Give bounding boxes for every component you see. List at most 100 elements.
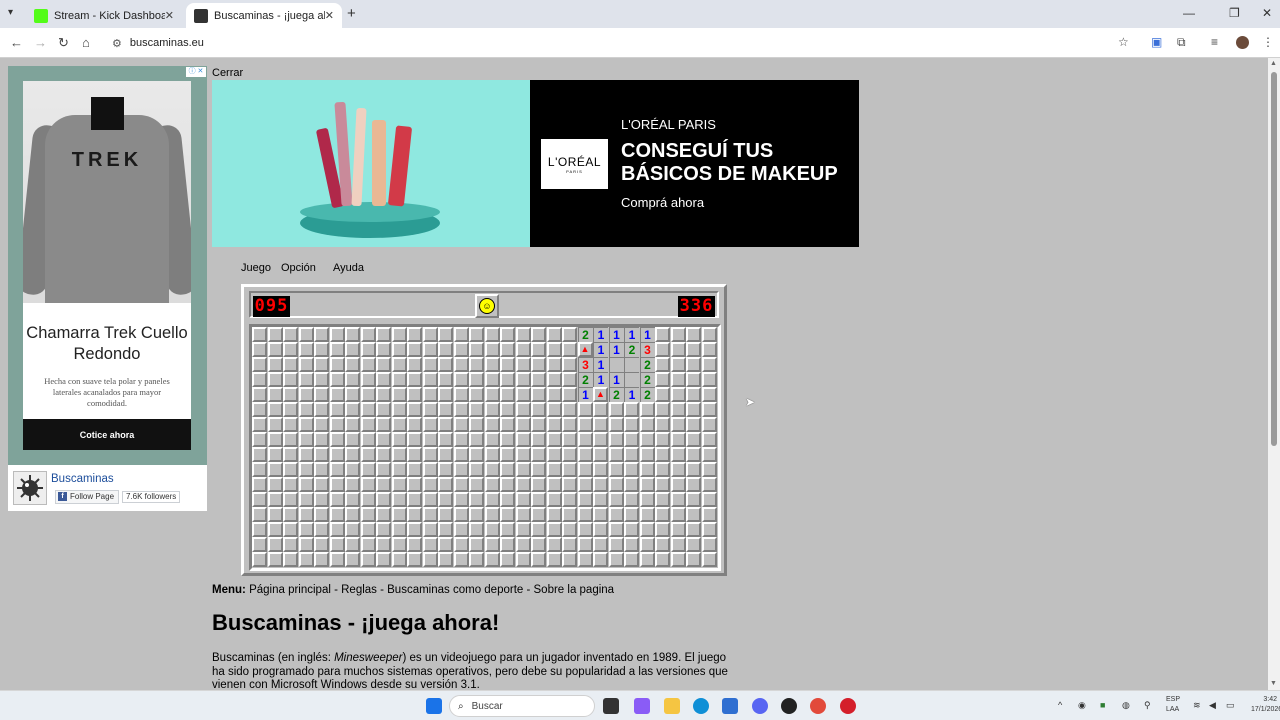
hidden-cell[interactable]	[593, 477, 608, 492]
hidden-cell[interactable]	[624, 402, 639, 417]
hidden-cell[interactable]	[360, 327, 376, 342]
hidden-cell[interactable]	[391, 417, 407, 432]
hidden-cell[interactable]	[283, 462, 298, 477]
hidden-cell[interactable]	[701, 447, 717, 462]
hidden-cell[interactable]	[267, 477, 283, 492]
close-tab-icon[interactable]: ✕	[325, 9, 334, 22]
hidden-cell[interactable]	[593, 462, 608, 477]
hidden-cell[interactable]	[407, 462, 422, 477]
hidden-cell[interactable]	[686, 432, 701, 447]
hidden-cell[interactable]	[376, 522, 391, 537]
hidden-cell[interactable]	[329, 507, 345, 522]
hidden-cell[interactable]	[329, 387, 345, 402]
hidden-cell[interactable]	[298, 552, 314, 567]
hidden-cell[interactable]	[438, 492, 453, 507]
wifi-icon[interactable]: ≋	[1193, 700, 1201, 711]
hidden-cell[interactable]	[608, 462, 624, 477]
hidden-cell[interactable]	[577, 522, 593, 537]
hidden-cell[interactable]	[345, 507, 360, 522]
hidden-cell[interactable]	[515, 477, 531, 492]
hidden-cell[interactable]	[345, 492, 360, 507]
hidden-cell[interactable]	[376, 342, 391, 357]
hidden-cell[interactable]	[407, 402, 422, 417]
hidden-cell[interactable]	[376, 552, 391, 567]
revealed-cell[interactable]: 1	[624, 327, 639, 342]
hidden-cell[interactable]	[314, 387, 329, 402]
hidden-cell[interactable]	[453, 522, 469, 537]
hidden-cell[interactable]	[453, 492, 469, 507]
flag-cell[interactable]: ▲	[593, 387, 608, 402]
hidden-cell[interactable]	[531, 342, 546, 357]
hidden-cell[interactable]	[252, 477, 267, 492]
hidden-cell[interactable]	[500, 342, 515, 357]
hidden-cell[interactable]	[267, 357, 283, 372]
hidden-cell[interactable]	[329, 552, 345, 567]
hidden-cell[interactable]	[577, 492, 593, 507]
revealed-cell[interactable]: 2	[608, 387, 624, 402]
maximize-icon[interactable]: ❐	[1229, 6, 1240, 20]
hidden-cell[interactable]	[484, 327, 500, 342]
revealed-cell[interactable]: 2	[577, 327, 593, 342]
hidden-cell[interactable]	[329, 522, 345, 537]
hidden-cell[interactable]	[422, 342, 438, 357]
hidden-cell[interactable]	[469, 477, 484, 492]
hidden-cell[interactable]	[562, 507, 577, 522]
hidden-cell[interactable]	[329, 537, 345, 552]
hidden-cell[interactable]	[655, 372, 670, 387]
hidden-cell[interactable]	[670, 387, 686, 402]
hidden-cell[interactable]	[655, 552, 670, 567]
hidden-cell[interactable]	[422, 387, 438, 402]
close-tab-icon[interactable]: ✕	[165, 9, 174, 22]
hidden-cell[interactable]	[546, 552, 562, 567]
hidden-cell[interactable]	[345, 537, 360, 552]
hidden-cell[interactable]	[484, 372, 500, 387]
hidden-cell[interactable]	[500, 417, 515, 432]
hidden-cell[interactable]	[701, 327, 717, 342]
hidden-cell[interactable]	[376, 327, 391, 342]
hidden-cell[interactable]	[546, 417, 562, 432]
volume-icon[interactable]: ◀	[1209, 700, 1216, 711]
hidden-cell[interactable]	[655, 462, 670, 477]
hidden-cell[interactable]	[593, 537, 608, 552]
hidden-cell[interactable]	[639, 447, 655, 462]
hidden-cell[interactable]	[267, 402, 283, 417]
tray-nvidia-icon[interactable]: ■	[1100, 700, 1105, 710]
hidden-cell[interactable]	[670, 327, 686, 342]
hidden-cell[interactable]	[624, 507, 639, 522]
site-info-icon[interactable]: ⚙	[112, 37, 122, 50]
revealed-cell[interactable]	[624, 372, 639, 387]
hidden-cell[interactable]	[562, 492, 577, 507]
hidden-cell[interactable]	[453, 477, 469, 492]
hidden-cell[interactable]	[252, 327, 267, 342]
hidden-cell[interactable]	[686, 477, 701, 492]
hidden-cell[interactable]	[360, 372, 376, 387]
hidden-cell[interactable]	[624, 447, 639, 462]
hidden-cell[interactable]	[283, 447, 298, 462]
hidden-cell[interactable]	[639, 507, 655, 522]
hidden-cell[interactable]	[531, 432, 546, 447]
hidden-cell[interactable]	[484, 447, 500, 462]
revealed-cell[interactable]: 1	[608, 342, 624, 357]
banner-cta[interactable]: Comprá ahora	[621, 195, 704, 210]
hidden-cell[interactable]	[531, 372, 546, 387]
hidden-cell[interactable]	[546, 372, 562, 387]
hidden-cell[interactable]	[422, 447, 438, 462]
hidden-cell[interactable]	[314, 327, 329, 342]
hidden-cell[interactable]	[438, 552, 453, 567]
hidden-cell[interactable]	[500, 462, 515, 477]
hidden-cell[interactable]	[360, 507, 376, 522]
hidden-cell[interactable]	[376, 537, 391, 552]
hidden-cell[interactable]	[360, 402, 376, 417]
hidden-cell[interactable]	[562, 552, 577, 567]
hidden-cell[interactable]	[407, 342, 422, 357]
hidden-cell[interactable]	[515, 342, 531, 357]
hidden-cell[interactable]	[562, 402, 577, 417]
hidden-cell[interactable]	[701, 507, 717, 522]
hidden-cell[interactable]	[407, 522, 422, 537]
hidden-cell[interactable]	[422, 372, 438, 387]
hidden-cell[interactable]	[531, 492, 546, 507]
hidden-cell[interactable]	[298, 447, 314, 462]
hidden-cell[interactable]	[283, 342, 298, 357]
hidden-cell[interactable]	[562, 387, 577, 402]
new-tab-icon[interactable]: +	[347, 5, 356, 22]
